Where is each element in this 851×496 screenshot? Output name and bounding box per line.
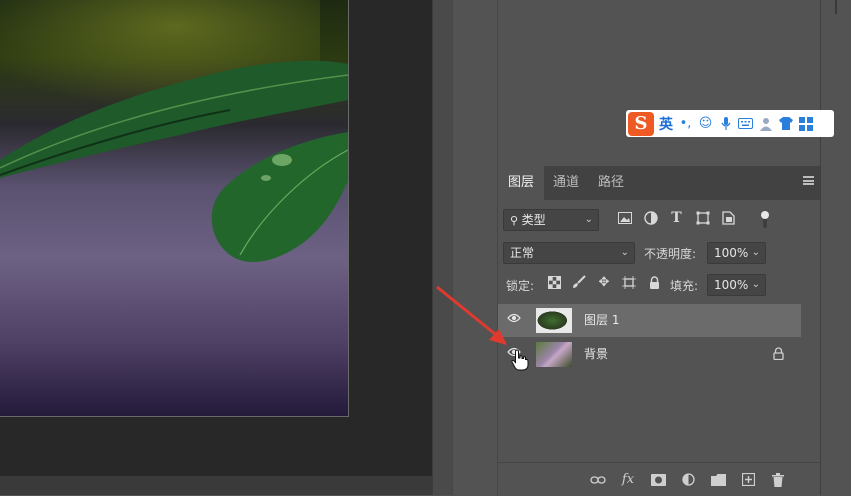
microphone-icon[interactable]: [718, 116, 733, 131]
document-canvas-area: [0, 0, 432, 495]
layer-action-icons: fx: [588, 471, 788, 488]
shape-filter-icon[interactable]: [694, 209, 711, 226]
layer-style-fx-icon[interactable]: fx: [618, 471, 638, 488]
ime-logo[interactable]: S: [628, 111, 654, 136]
panel-tab-bar: 图层 通道 路径: [498, 166, 820, 200]
opacity-input[interactable]: 100% ⌄: [707, 242, 766, 264]
opacity-value: 100%: [714, 246, 749, 260]
layer-lock-icon: [771, 347, 785, 361]
chevron-down-icon: ⌄: [751, 279, 760, 290]
filter-toggle-stem: [763, 218, 767, 228]
pixel-filter-icon[interactable]: [616, 209, 633, 226]
keyboard-icon[interactable]: [738, 116, 753, 131]
lock-label: 锁定:: [506, 279, 535, 293]
layers-panel: 图层 通道 路径 ⚲ 类型 ⌄ T 正常 ⌄ 不透明度: 100% ⌄ 锁定:: [497, 162, 820, 496]
new-layer-icon[interactable]: [738, 471, 758, 488]
opacity-label: 不透明度:: [644, 247, 697, 261]
collapsed-panel-column: [452, 0, 498, 495]
panel-menu-icon[interactable]: [803, 176, 814, 185]
fill-input[interactable]: 100% ⌄: [707, 274, 766, 296]
lock-transparent-pixels-icon[interactable]: [546, 274, 562, 290]
chevron-down-icon: ⌄: [751, 247, 760, 258]
chevron-down-icon: ⌄: [584, 214, 593, 225]
lock-options: ✥: [546, 274, 662, 290]
strip-marker: [835, 0, 837, 14]
delete-layer-trash-icon[interactable]: [768, 471, 788, 488]
chevron-down-icon: ⌄: [620, 247, 629, 258]
canvas-status-strip: [0, 476, 432, 495]
ime-toolbar[interactable]: S 英 •, ☺: [626, 110, 834, 137]
grid-icon[interactable]: [798, 116, 813, 131]
layer-name: 背景: [584, 347, 609, 361]
visibility-eye-icon[interactable]: [507, 313, 521, 327]
emoji-icon[interactable]: ☺: [698, 116, 713, 131]
tab-channels[interactable]: 通道: [543, 166, 589, 200]
layer-filter-dropdown[interactable]: ⚲ 类型 ⌄: [503, 209, 599, 231]
layer-filter-label: 类型: [521, 213, 546, 227]
layer-thumbnail: [536, 342, 572, 367]
lock-position-icon[interactable]: ✥: [596, 274, 612, 290]
right-panel-strip: [820, 0, 851, 495]
smart-object-filter-icon[interactable]: [720, 209, 737, 226]
layer-name: 图层 1: [584, 313, 620, 327]
lock-all-icon[interactable]: [646, 274, 662, 290]
filter-icon-group: T: [616, 209, 737, 226]
panel-divider[interactable]: [432, 0, 453, 495]
adjustment-filter-icon[interactable]: [642, 209, 659, 226]
link-layers-icon[interactable]: [588, 471, 608, 488]
add-mask-icon[interactable]: [648, 471, 668, 488]
new-group-folder-icon[interactable]: [708, 471, 728, 488]
shirt-icon[interactable]: [778, 116, 793, 131]
lock-artboard-icon[interactable]: [621, 274, 637, 290]
tab-paths[interactable]: 路径: [588, 166, 634, 200]
layer-thumbnail: [536, 308, 572, 333]
layer-row[interactable]: 图层 1: [498, 304, 801, 337]
ime-language-toggle[interactable]: 英: [659, 114, 673, 134]
tab-layers[interactable]: 图层: [498, 166, 545, 200]
fill-value: 100%: [714, 278, 749, 292]
upper-panel-area: [497, 0, 820, 162]
search-icon: ⚲: [510, 214, 522, 227]
fill-label: 填充:: [670, 279, 699, 293]
punctuation-icon[interactable]: •,: [678, 116, 693, 131]
type-filter-icon[interactable]: T: [668, 209, 685, 226]
leaf-illustration: [0, 60, 348, 263]
layer-row[interactable]: 背景: [498, 338, 801, 371]
filter-toggle[interactable]: [761, 211, 769, 219]
blend-mode-value: 正常: [510, 246, 535, 260]
hand-cursor-icon: [511, 349, 529, 371]
new-adjustment-layer-icon[interactable]: [678, 471, 698, 488]
document-image[interactable]: [0, 0, 349, 417]
user-icon[interactable]: [758, 116, 773, 131]
layers-bottom-toolbar: fx: [498, 462, 820, 496]
blend-mode-dropdown[interactable]: 正常 ⌄: [503, 242, 635, 264]
lock-image-pixels-icon[interactable]: [571, 274, 587, 290]
